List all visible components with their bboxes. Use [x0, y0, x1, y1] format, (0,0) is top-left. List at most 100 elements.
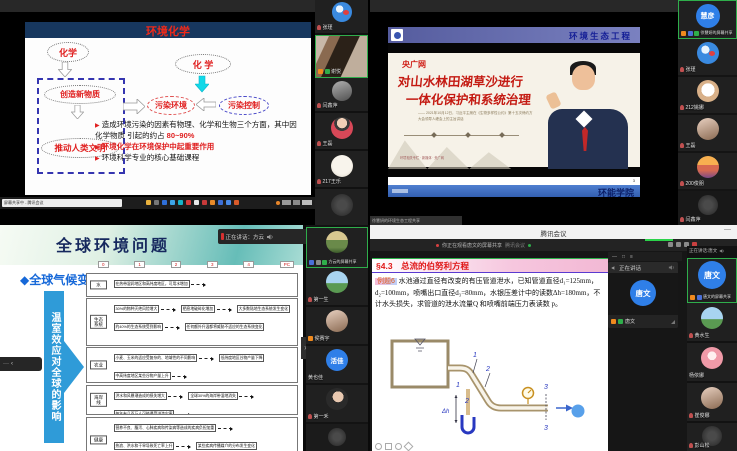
taskbar-icon[interactable] [154, 200, 159, 205]
participant-tile[interactable]: 王磊 [315, 113, 368, 149]
participant-tile[interactable]: 唐文 唐文的屏幕共享 [687, 258, 737, 303]
participant-tile[interactable]: 谢悦 [315, 35, 368, 78]
speaking-banner-text: 正在讲话：方云 [226, 233, 265, 241]
bullet-marker-icon: ▶ [95, 156, 100, 162]
bullet-2: ▶ 环境化学在环境保护中起重要作用 [95, 142, 301, 153]
layout-icon[interactable]: ≡ [630, 254, 633, 260]
participant-name: 200俊朋 [686, 180, 704, 187]
bullet-1-highlight: 80~90% [167, 131, 195, 140]
participant-tile[interactable]: 黄水生 [687, 303, 737, 341]
taskbar-icon[interactable] [170, 200, 175, 205]
impact-arrow-head [64, 341, 84, 393]
taskbar-icons[interactable] [146, 200, 239, 205]
bullet-3-text: 环境科学专业的核心基础课程 [102, 153, 200, 162]
participant-tile[interactable]: 彭山松 [687, 423, 737, 451]
taskbar-icon[interactable] [162, 200, 167, 205]
tray-item[interactable] [293, 200, 300, 205]
screen-share-icon [697, 295, 702, 300]
participant-tile[interactable]: 第一禾 [306, 385, 368, 422]
taskbar-icon[interactable] [178, 200, 183, 205]
mic-icon [322, 260, 327, 265]
participant-tile[interactable]: 张瑾 [315, 0, 368, 33]
participant-tile[interactable]: 侯赛宇 [306, 307, 368, 344]
taskbar-icon[interactable] [234, 200, 239, 205]
taskbar-icon[interactable] [202, 200, 207, 205]
participant-tile[interactable]: 闫鑫萍 [315, 78, 368, 111]
avatar-detail [709, 51, 715, 56]
participant-tile[interactable]: 王磊 [678, 115, 737, 151]
participant-tile[interactable]: 慧彦 徐慧妍的屏幕共享 [678, 0, 737, 39]
minimize-icon[interactable]: — [724, 226, 731, 233]
settings-gear-icon[interactable] [668, 242, 673, 247]
resize-handle[interactable] [671, 320, 675, 324]
maximize-icon[interactable]: □ [622, 254, 625, 260]
flow-box: 小麦、玉米的适应受复杂的、地域性的不同影响 [114, 354, 198, 362]
taskbar-icon[interactable] [218, 200, 223, 205]
participant-tile[interactable] [306, 424, 368, 451]
overlay-tooltip[interactable]: ··· ‹ [0, 357, 42, 371]
tray-status-icon [276, 201, 280, 205]
participant-tile[interactable] [315, 189, 368, 225]
taskbar-tray[interactable] [276, 200, 312, 205]
participant-tile[interactable]: 217王乐 [315, 151, 368, 187]
bullet-3: ▶ 环境科学专业的核心基础课程 [95, 153, 301, 164]
figure-face [572, 65, 595, 90]
laser-tool-icon[interactable] [395, 443, 402, 450]
participant-tile[interactable]: 212姚娜 [678, 77, 737, 113]
flow-col: 3 [207, 261, 218, 268]
taskbar-icon[interactable] [226, 200, 231, 205]
window-title-bar[interactable]: 腾讯会议 — [370, 225, 737, 239]
example-label: 例题6 [375, 278, 397, 285]
panel-window-controls[interactable]: — □ ≡ [608, 252, 682, 261]
mic-icon [618, 319, 623, 324]
pen-tool-icon[interactable] [375, 443, 382, 450]
screen-share-icon [688, 31, 693, 36]
avatar-detail [343, 10, 349, 15]
dashed-arrow [218, 428, 232, 429]
tray-item[interactable] [282, 200, 291, 205]
impact-arrow-body: 温室效应对全球的影响 [44, 291, 64, 443]
flow-box: 全球30%的海岸带湿地消失 [188, 392, 238, 400]
mic-icon [325, 69, 330, 74]
collapse-left-icon[interactable]: ‹ [11, 361, 13, 367]
taskbar-icon[interactable] [186, 200, 191, 205]
slide-footer-bar: 环能学院 [388, 185, 640, 197]
participant-icon [689, 413, 693, 418]
down-arrow-icon [71, 105, 84, 119]
participant-icon [680, 67, 684, 72]
avatar [697, 118, 719, 140]
shape-tool-icon[interactable] [404, 442, 414, 451]
windows-taskbar[interactable]: 屏幕共享中 - 腾讯会议 [0, 197, 315, 209]
annotation-tools[interactable] [375, 443, 412, 450]
meeting-screenshot-2: 环境生态工程 央广网 对山水林田湖草沙进行 一体化保护和系统治理 —— 2021… [370, 0, 737, 225]
participant-tile[interactable]: 活佳 黄也佳 [306, 346, 368, 383]
participant-tile[interactable]: 方云的屏幕共享 [306, 227, 368, 268]
avatar [697, 80, 719, 102]
participant-tile[interactable]: 闫鑫萍 [678, 191, 737, 225]
participant-tile[interactable]: 张瑾 [678, 39, 737, 75]
participant-tile[interactable]: 杨依娜 [687, 343, 737, 381]
tray-clock[interactable] [302, 200, 312, 205]
participant-icon [689, 333, 693, 338]
speaking-panel[interactable]: 正在讲话 唐文 唐文 [608, 262, 678, 328]
flow-box: 洪水和风暴潮造成的损失增大 [114, 392, 167, 400]
flow-box: 营养不良、腹泻、心肺疾病和传染病等造成的疾病负担加重 [114, 424, 217, 432]
timeline-diamond [499, 132, 505, 138]
participant-tile[interactable]: 200俊朋 [678, 153, 737, 189]
participant-tile[interactable]: 第一生 [306, 268, 368, 305]
taskbar-icon[interactable] [210, 200, 215, 205]
mic-icon[interactable] [676, 242, 681, 247]
mountains-graphic [388, 125, 528, 169]
slide-title-bar: §4.3 总流的伯努利方程 [372, 259, 608, 273]
participant-tile[interactable]: 崔俊娜 [687, 383, 737, 421]
taskbar-icon[interactable] [146, 200, 151, 205]
eraser-tool-icon[interactable] [385, 443, 392, 450]
left-arrow-icon [196, 98, 216, 111]
meeting-toolbar[interactable]: 你正在观看唐文的屏幕共享 腾讯会议 [370, 239, 737, 251]
minimize-icon[interactable]: — [612, 254, 617, 260]
footer-tools[interactable] [392, 189, 408, 193]
taskbar-icon[interactable] [194, 200, 199, 205]
participant-name: 第一禾 [314, 413, 329, 420]
raise-hand-icon [690, 295, 695, 300]
participant-name: 黄水生 [695, 332, 710, 339]
